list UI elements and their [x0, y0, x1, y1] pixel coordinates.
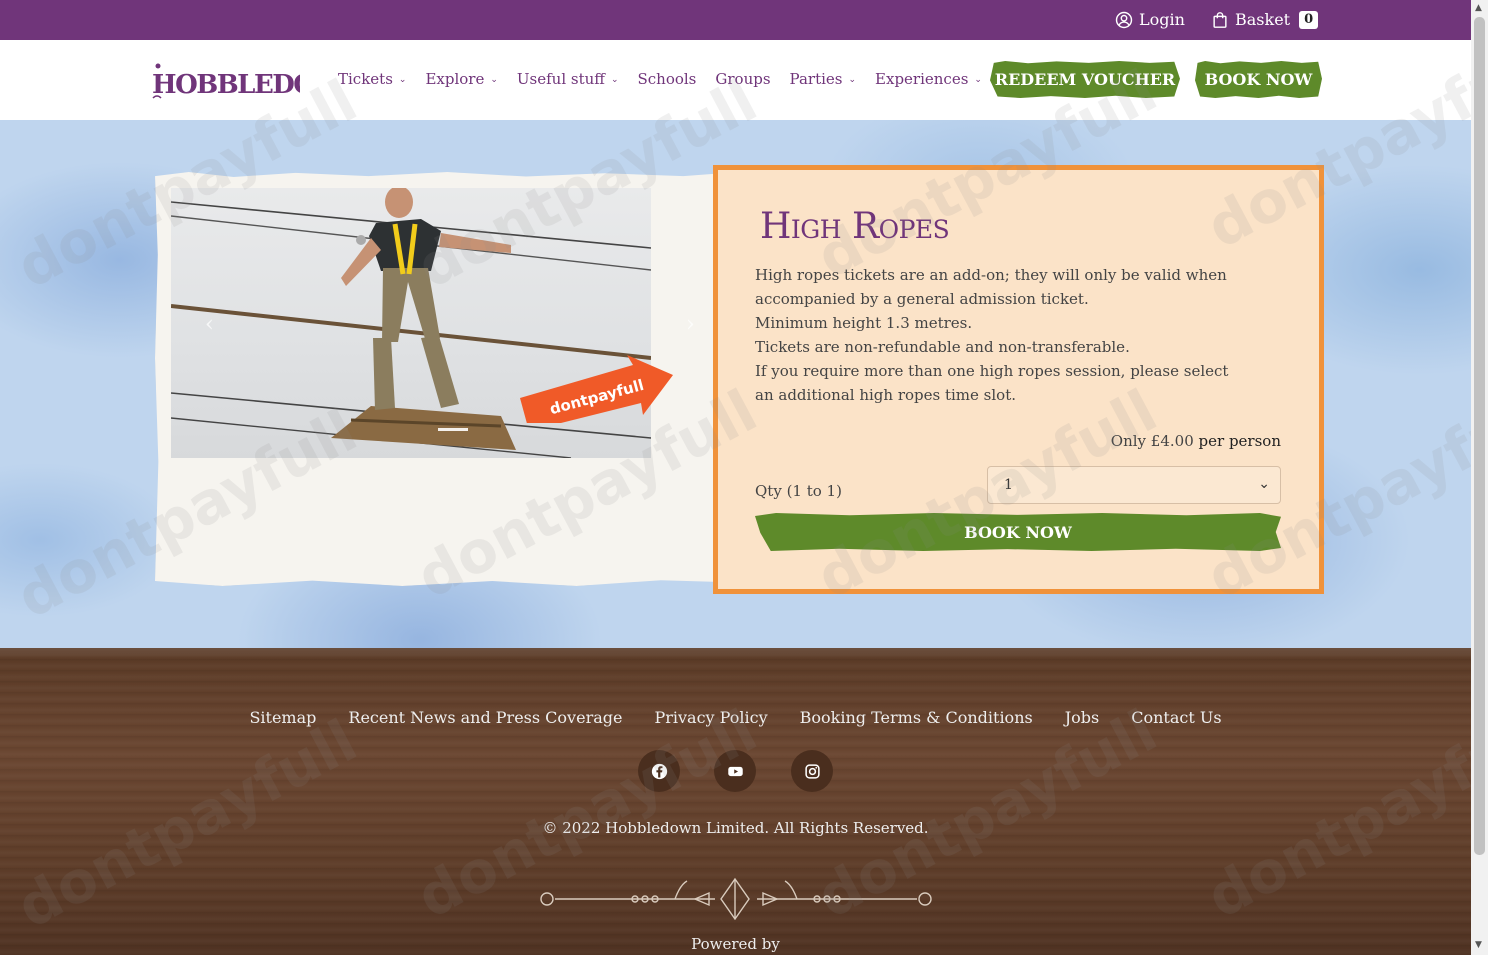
description-line: If you require more than one high ropes … — [755, 362, 1229, 404]
nav-explore[interactable]: Explore ⌄ — [425, 70, 497, 88]
footer-links: Sitemap Recent News and Press Coverage P… — [0, 708, 1471, 727]
top-bar: Login Basket 0 — [0, 0, 1471, 40]
nav-groups-label: Groups — [715, 70, 771, 88]
page: Login Basket 0 HOBBLEDOWN Tickets ⌄ Explo… — [0, 0, 1471, 955]
description-line: Minimum height 1.3 metres. — [755, 314, 973, 332]
basket-label: Basket — [1235, 10, 1291, 29]
price-amount: £4.00 — [1150, 432, 1194, 450]
chevron-down-icon: ⌄ — [848, 75, 857, 85]
chevron-down-icon: ⌄ — [398, 75, 407, 85]
instagram-link[interactable] — [791, 750, 833, 792]
footer-link-contact[interactable]: Contact Us — [1131, 708, 1221, 727]
login-link[interactable]: Login — [1115, 10, 1185, 29]
footer-edge — [0, 648, 1471, 658]
dontpayfull-ribbon: dontpayfull — [520, 355, 673, 423]
description-line: Tickets are non-refundable and non-trans… — [755, 338, 1130, 356]
youtube-link[interactable] — [714, 750, 756, 792]
price-suffix: per person — [1198, 432, 1281, 450]
scroll-down-icon[interactable]: ▼ — [1475, 940, 1482, 950]
nav-useful-stuff-label: Useful stuff — [516, 70, 605, 88]
footer-link-jobs[interactable]: Jobs — [1065, 708, 1100, 727]
chevron-right-icon: › — [686, 312, 695, 337]
footer-link-sitemap[interactable]: Sitemap — [249, 708, 316, 727]
scroll-up-icon[interactable]: ▲ — [1475, 3, 1482, 13]
basket-link[interactable]: Basket 0 — [1211, 10, 1319, 29]
quantity-select[interactable]: 1 ⌄ — [987, 466, 1281, 504]
product-description: High ropes tickets are an add-on; they w… — [755, 263, 1235, 407]
carousel-prev-button[interactable]: ‹ — [205, 312, 214, 337]
quantity-select-value: 1 — [1004, 477, 1013, 493]
basket-count-badge: 0 — [1299, 10, 1319, 29]
main-header: HOBBLEDOWN Tickets ⌄ Explore ⌄ Useful stuf… — [0, 40, 1471, 120]
chevron-left-icon: ‹ — [205, 312, 214, 337]
nav-parties[interactable]: Parties ⌄ — [790, 70, 856, 88]
carousel-indicators — [438, 428, 468, 431]
nav-parties-label: Parties — [789, 70, 843, 88]
login-label: Login — [1139, 10, 1185, 29]
redeem-voucher-button[interactable]: REDEEM VOUCHER — [990, 61, 1180, 98]
carousel-next-button[interactable]: › — [686, 312, 695, 337]
nav-useful-stuff[interactable]: Useful stuff ⌄ — [517, 70, 619, 88]
footer-link-booking-terms[interactable]: Booking Terms & Conditions — [800, 708, 1033, 727]
svg-text:HOBBLEDOWN: HOBBLEDOWN — [152, 70, 300, 100]
nav-experiences-label: Experiences — [875, 70, 969, 88]
book-now-button[interactable]: BOOK NOW — [755, 513, 1281, 551]
price-prefix: Only — [1110, 432, 1147, 450]
decorative-divider — [540, 877, 932, 920]
carousel-indicator-1[interactable] — [438, 428, 468, 431]
nav-groups[interactable]: Groups — [715, 70, 770, 88]
youtube-icon — [727, 766, 743, 776]
book-now-header-button[interactable]: BOOK NOW — [1195, 61, 1322, 98]
instagram-icon — [804, 763, 820, 779]
copyright-text: © 2022 Hobbledown Limited. All Rights Re… — [542, 819, 929, 837]
nav-tickets[interactable]: Tickets ⌄ — [338, 70, 406, 88]
shopping-bag-icon — [1213, 11, 1227, 28]
main-nav: Tickets ⌄ Explore ⌄ Useful stuff ⌄ Schools … — [338, 70, 1001, 88]
hobbledown-logo[interactable]: HOBBLEDOWN — [150, 60, 300, 102]
scrollbar-thumb[interactable] — [1474, 17, 1485, 855]
powered-by-text: Powered by — [691, 935, 780, 953]
nav-schools[interactable]: Schools — [637, 70, 696, 88]
facebook-icon — [651, 763, 667, 779]
nav-tickets-label: Tickets — [338, 70, 393, 88]
nav-schools-label: Schools — [637, 70, 697, 88]
product-title: High Ropes — [760, 206, 950, 247]
vertical-scrollbar[interactable]: ▲ ▼ — [1471, 0, 1488, 955]
quantity-label: Qty (1 to 1) — [755, 482, 842, 500]
chevron-down-icon: ⌄ — [1258, 476, 1270, 492]
product-info-panel: High Ropes High ropes tickets are an add… — [713, 165, 1324, 594]
user-circle-icon — [1115, 11, 1133, 28]
chevron-down-icon: ⌄ — [974, 75, 982, 85]
chevron-down-icon: ⌄ — [610, 75, 619, 85]
facebook-link[interactable] — [638, 750, 680, 792]
description-line: High ropes tickets are an add-on; they w… — [755, 266, 1227, 308]
nav-experiences[interactable]: Experiences ⌄ — [875, 70, 982, 88]
footer-link-privacy[interactable]: Privacy Policy — [654, 708, 767, 727]
price-line: Only £4.00 per person — [1111, 432, 1281, 450]
nav-explore-label: Explore — [425, 70, 485, 88]
footer-link-news[interactable]: Recent News and Press Coverage — [348, 708, 622, 727]
chevron-down-icon: ⌄ — [490, 75, 498, 85]
